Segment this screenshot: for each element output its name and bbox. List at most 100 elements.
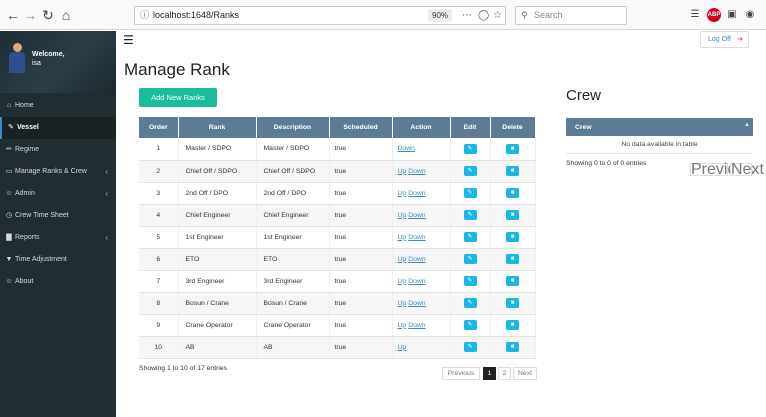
move-down-link[interactable]: Down [408,212,425,219]
delete-button[interactable]: ■ [506,210,519,220]
url-bar[interactable]: ⓘ localhost:1648/Ranks 90% ⋯ ◯ ☆ [134,6,506,25]
move-up-link[interactable]: Up [398,322,407,329]
logoff-button[interactable]: Log Off ➜ [700,31,749,48]
sidebar-item-home[interactable]: ⌂ Home [0,95,116,117]
page-actions-icon[interactable]: ⋯ [462,7,472,24]
scheduled-cell: true [329,226,393,249]
adblock-icon[interactable]: ABP [707,8,721,22]
edit-cell: ✎ [450,336,491,359]
move-up-link[interactable]: Up [398,278,407,285]
move-up-link[interactable]: Up [398,168,407,175]
edit-button[interactable]: ✎ [463,143,477,154]
rank-cell: 3rd Engineer [178,270,257,293]
reload-icon[interactable]: ↻ [39,6,57,24]
avatar [9,43,25,73]
library-icon[interactable]: ☰ [688,8,702,22]
sidebar-item-admin[interactable]: ☺ Admin ‹ [0,183,116,205]
rank-cell: Crane Operator [178,314,257,337]
delete-cell: ■ [490,160,536,183]
sign-out-icon: ➜ [737,36,743,43]
extension-icon[interactable]: ◉ [743,8,757,22]
zoom-indicator[interactable]: 90% [428,9,453,22]
delete-button[interactable]: ■ [506,276,519,286]
column-header-crew[interactable]: Crew ▲ [566,118,753,136]
page-1-button[interactable]: 1 [483,367,496,380]
sidebar-item-crew-time-sheet[interactable]: ◷ Crew Time Sheet [0,205,116,227]
crew-previous-page-button[interactable]: Previous [690,162,753,178]
scheduled-cell: true [329,314,393,337]
move-down-link[interactable]: Down [408,300,425,307]
edit-button[interactable]: ✎ [463,166,477,176]
chevron-left-icon: ‹ [105,167,108,176]
move-up-link[interactable]: Up [398,256,407,263]
search-placeholder: Search [534,10,563,20]
delete-button[interactable]: ■ [506,232,519,242]
sidebar-item-label: Regime [15,146,40,153]
edit-button[interactable]: ✎ [463,298,477,308]
column-header-delete[interactable]: Delete [490,117,536,138]
column-header-edit[interactable]: Edit [450,117,491,138]
bookmark-star-icon[interactable]: ☆ [493,7,502,24]
url-text: localhost:1648/Ranks [153,10,240,20]
delete-button[interactable]: ■ [506,298,519,308]
sort-icon: ▲ [744,122,750,128]
pocket-icon[interactable]: ◯ [478,7,489,24]
sidebar-item-vessel[interactable]: ✎ Vessel [0,117,116,139]
move-down-link[interactable]: Down [408,278,425,285]
delete-button[interactable]: ■ [506,166,519,176]
order-cell: 2 [139,160,179,183]
search-field[interactable]: ⚲ Search [515,6,627,25]
edit-button[interactable]: ✎ [463,188,477,198]
order-cell: 1 [139,138,179,161]
delete-button[interactable]: ■ [506,342,519,352]
move-down-link[interactable]: Down [408,190,425,197]
sidebar-item-time-adjustment[interactable]: ▼ Time Adjustment [0,249,116,271]
move-down-link[interactable]: Down [408,256,425,263]
back-icon[interactable]: ← [4,6,22,24]
edit-button[interactable]: ✎ [463,276,477,286]
page-2-button[interactable]: 2 [498,367,511,380]
move-up-link[interactable]: Up [398,234,407,241]
delete-cell: ■ [490,204,536,227]
rank-cell: Chief Off / SDPO [178,160,257,183]
move-up-link[interactable]: Up [398,190,407,197]
delete-button[interactable]: ■ [506,143,519,154]
move-up-link[interactable]: Up [398,344,407,351]
chevron-left-icon: ‹ [105,233,108,242]
info-icon[interactable]: ⓘ [140,7,149,24]
edit-button[interactable]: ✎ [463,210,477,220]
edit-icon: ✎ [8,124,14,131]
move-down-link[interactable]: Down [398,145,415,152]
move-up-link[interactable]: Up [398,212,407,219]
delete-button[interactable]: ■ [506,254,519,264]
move-down-link[interactable]: Down [408,234,425,241]
column-header-rank[interactable]: Rank [178,117,257,138]
column-header-scheduled[interactable]: Scheduled [329,117,393,138]
forward-icon[interactable]: → [21,6,39,24]
edit-button[interactable]: ✎ [463,232,477,242]
sidebar-item-about[interactable]: ☺ About [0,271,116,293]
column-header-action[interactable]: Action [392,117,451,138]
sidebar-toggle-icon[interactable]: ▣ [725,8,739,22]
move-up-link[interactable]: Up [398,300,407,307]
sidebar-item-reports[interactable]: ▇ Reports ‹ [0,227,116,249]
column-header-order[interactable]: Order [139,117,179,138]
action-cell: Up Down [392,160,451,183]
menu-toggle-icon[interactable]: ☰ [123,33,134,47]
sidebar-item-regime[interactable]: ✏ Regime [0,139,116,161]
home-icon[interactable]: ⌂ [57,6,75,24]
delete-button[interactable]: ■ [506,188,519,198]
previous-page-button[interactable]: Previous [442,367,480,380]
next-page-button[interactable]: Next [513,367,537,380]
delete-button[interactable]: ■ [506,320,519,330]
edit-button[interactable]: ✎ [463,342,477,352]
move-down-link[interactable]: Down [408,168,425,175]
edit-button[interactable]: ✎ [463,254,477,264]
add-new-rank-button[interactable]: Add New Ranks [139,88,217,107]
sidebar-item-manage-ranks-crew[interactable]: ▭ Manage Ranks & Crew ‹ [0,161,116,183]
move-down-link[interactable]: Down [408,322,425,329]
order-cell: 3 [139,182,179,205]
crew-next-page-button[interactable]: Next [730,162,764,178]
column-header-description[interactable]: Description [256,117,330,138]
edit-button[interactable]: ✎ [463,320,477,330]
